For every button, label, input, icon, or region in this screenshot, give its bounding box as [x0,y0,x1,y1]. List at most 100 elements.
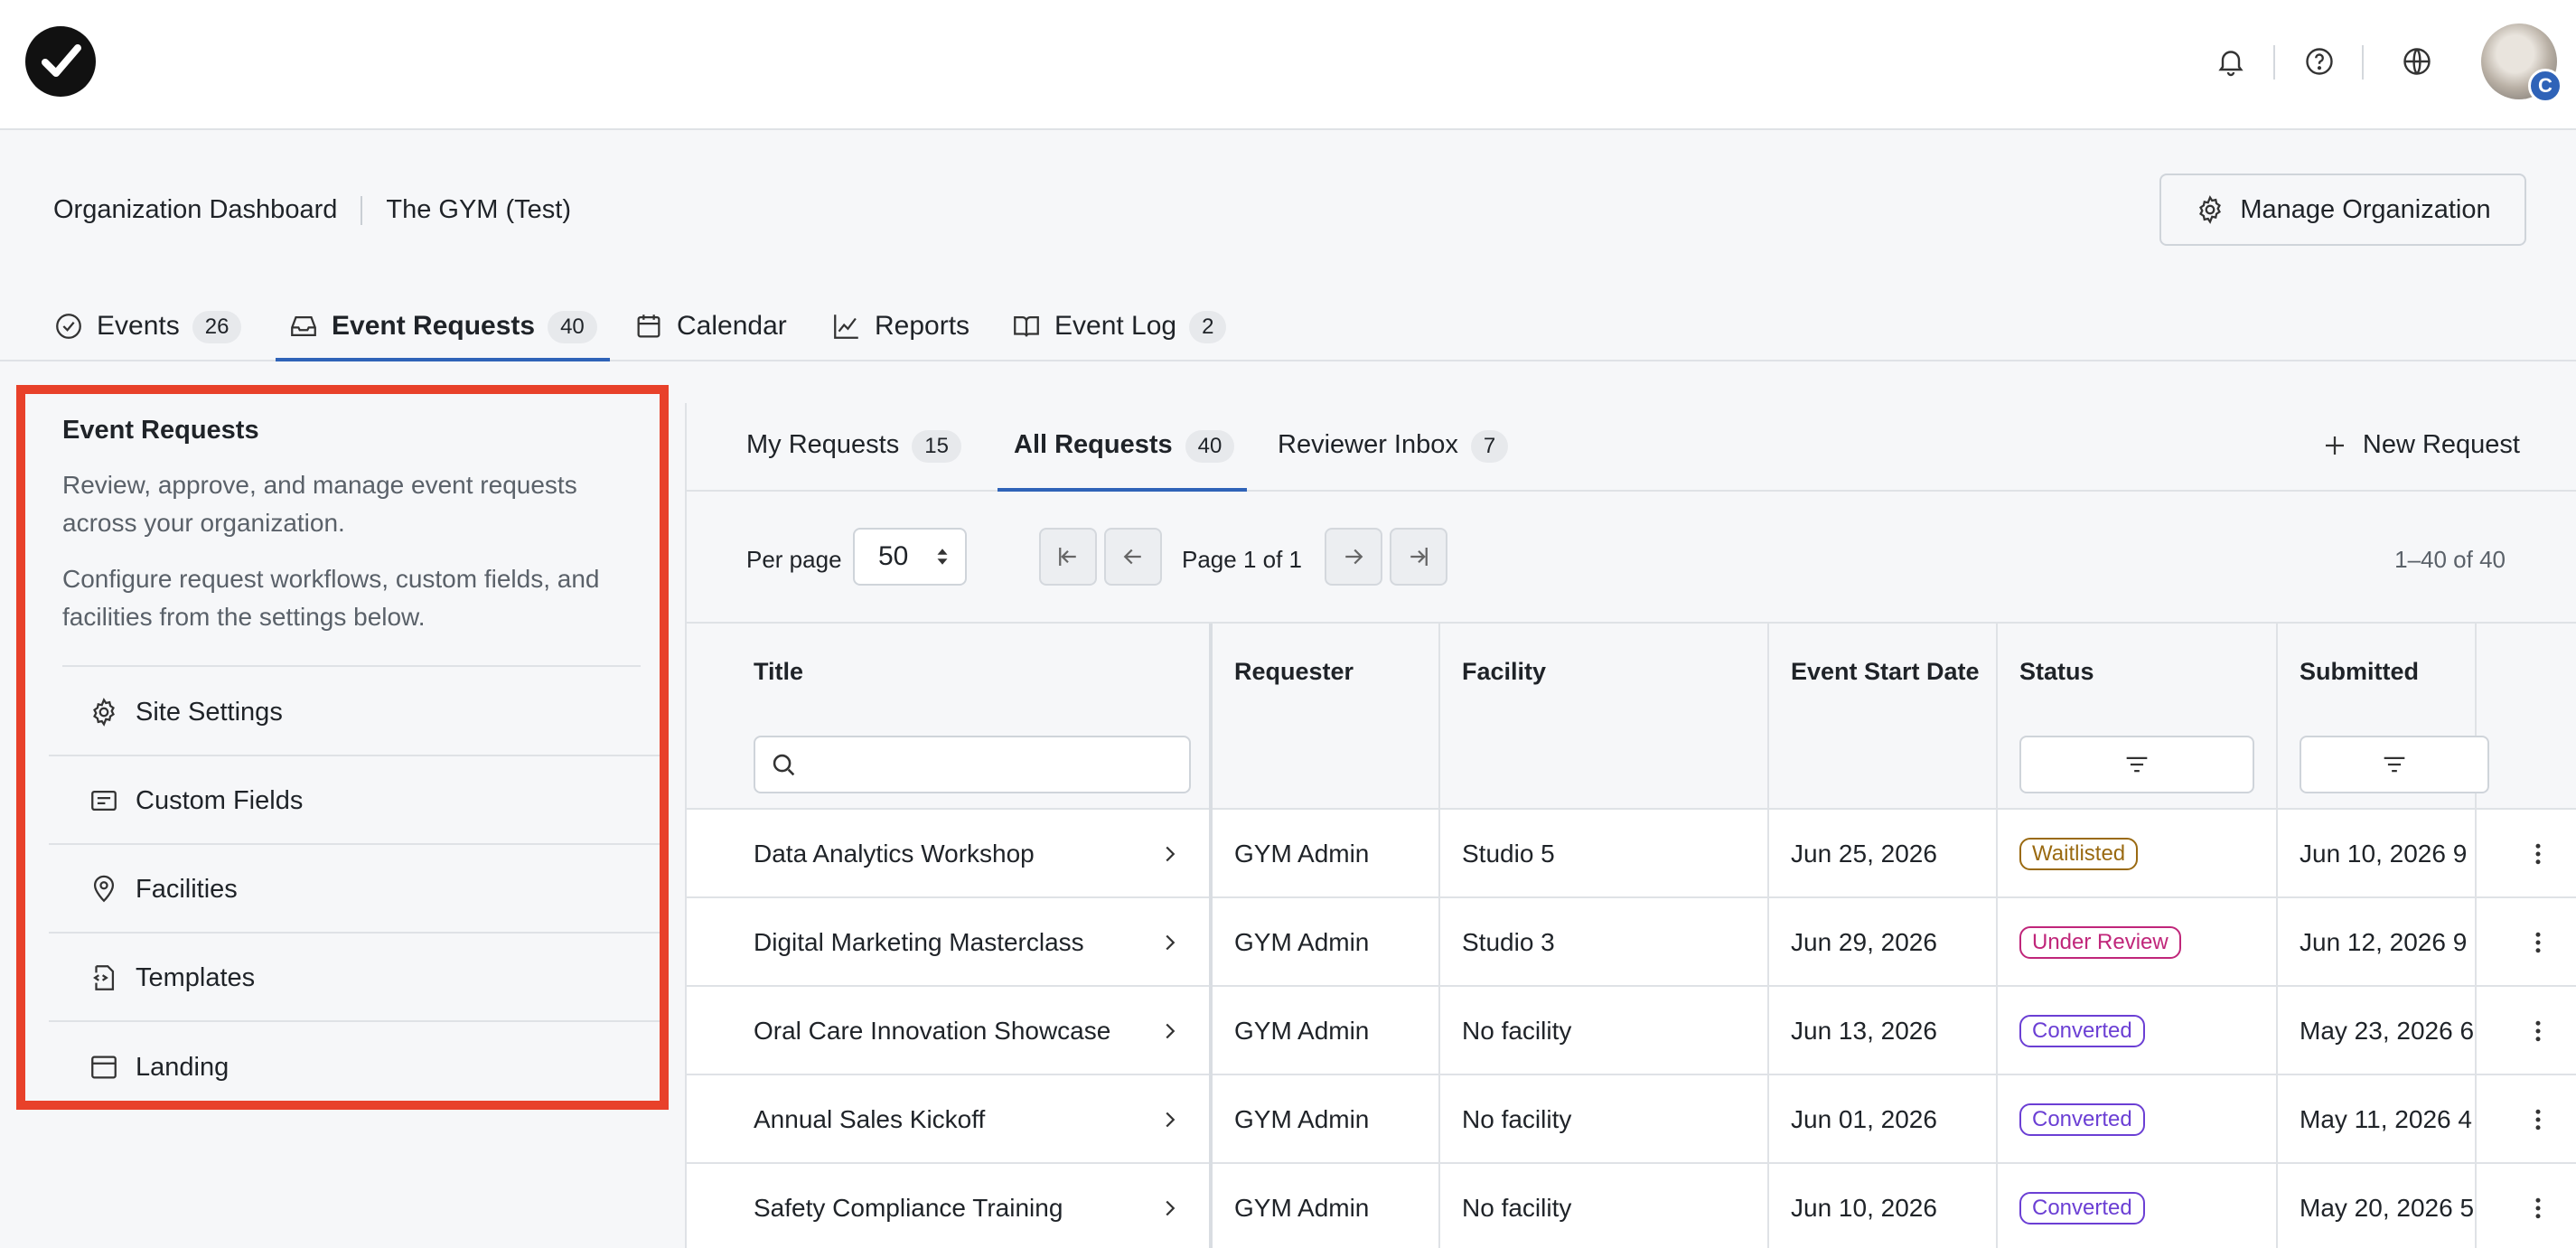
last-page-button[interactable] [1390,528,1447,586]
new-request-button[interactable]: New Request [2321,430,2520,460]
tab-count: 7 [1470,430,1509,463]
per-page-label: Per page [746,546,842,573]
status-cell: Converted [1998,1075,2278,1164]
column-header-requester[interactable]: Requester [1213,624,1440,810]
settings-item-custom-fields[interactable]: Custom Fields [49,758,660,845]
search-icon [773,754,795,776]
start-date-cell: Jun 29, 2026 [1769,898,1998,987]
more-options-icon[interactable] [2515,898,2561,987]
top-bar: C [0,0,2576,130]
facility-cell: No facility [1440,1164,1769,1248]
plus-icon [2325,436,2344,455]
tab-my-requests[interactable]: My Requests 15 [746,430,961,492]
chevron-right-icon[interactable] [1157,1018,1184,1045]
last-page-icon [1410,548,1428,566]
tab-reports[interactable]: Reports [831,298,970,361]
tab-label: My Requests [746,430,900,459]
title-search-input[interactable] [754,736,1191,793]
check-circle-icon [56,314,81,339]
status-cell: Converted [1998,1164,2278,1248]
table-header: Title Requester Facility Event Start Dat… [687,624,2576,810]
per-page-select[interactable]: 50 [853,528,967,586]
submitted-cell: May 11, 2026 4 [2278,1075,2477,1164]
event-requests-settings-panel: Event Requests Review, approve, and mana… [16,385,669,1110]
app-logo-icon[interactable] [25,26,96,97]
title-cell[interactable]: Annual Sales Kickoff [687,1075,1213,1164]
title-cell[interactable]: Digital Marketing Masterclass [687,898,1213,987]
title-cell[interactable]: Oral Care Innovation Showcase [687,987,1213,1075]
row-title: Digital Marketing Masterclass [754,928,1084,956]
table-row[interactable]: Safety Compliance Training GYM Admin No … [687,1164,2576,1248]
table-row[interactable]: Digital Marketing Masterclass GYM Admin … [687,898,2576,987]
tab-label: All Requests [1014,430,1173,459]
submitted-filter[interactable] [2300,736,2489,793]
chevron-right-icon[interactable] [1157,929,1184,956]
arrow-right-icon [1345,549,1363,565]
table-row[interactable]: Oral Care Innovation Showcase GYM Admin … [687,987,2576,1075]
table-row[interactable]: Annual Sales Kickoff GYM Admin No facili… [687,1075,2576,1164]
first-page-button[interactable] [1039,528,1097,586]
chevron-right-icon[interactable] [1157,840,1184,868]
avatar[interactable]: C [2481,23,2562,103]
settings-item-label: Landing [136,1052,229,1082]
manage-organization-label: Manage Organization [2240,194,2491,224]
bell-icon[interactable] [2213,43,2249,80]
title-cell[interactable]: Safety Compliance Training [687,1164,1213,1248]
requester-cell: GYM Admin [1213,898,1440,987]
divider [2362,45,2364,80]
breadcrumb-org-dashboard[interactable]: Organization Dashboard [53,195,337,225]
tab-label: Event Requests [332,311,536,341]
column-header-status[interactable]: Status [1998,624,2278,810]
tab-label: Reviewer Inbox [1278,430,1458,459]
settings-item-landing[interactable]: Landing [49,1024,660,1111]
panel-description: Review, approve, and manage event reques… [62,471,577,537]
more-options-icon[interactable] [2515,987,2561,1075]
row-title: Data Analytics Workshop [754,840,1035,868]
column-header-facility[interactable]: Facility [1440,624,1769,810]
status-badge: Converted [2019,1192,2145,1225]
tab-count: 2 [1189,311,1227,343]
status-filter[interactable] [2019,736,2254,793]
tab-reviewer-inbox[interactable]: Reviewer Inbox 7 [1278,430,1509,492]
tab-count: 26 [192,311,242,343]
table-row[interactable]: Data Analytics Workshop GYM Admin Studio… [687,810,2576,898]
settings-item-label: Site Settings [136,697,283,727]
tab-count: 40 [1185,430,1235,463]
column-header-event-start-date[interactable]: Event Start Date [1769,624,1998,810]
filter-icon [2126,756,2148,773]
tab-label: Events [97,311,180,341]
help-icon[interactable] [2301,43,2337,80]
next-page-button[interactable] [1325,528,1382,586]
settings-item-site-settings[interactable]: Site Settings [49,670,660,756]
tab-events[interactable]: Events 26 [53,298,242,361]
submitted-cell: Jun 10, 2026 9 [2278,810,2477,898]
main-tabs: Events 26 Event Requests 40 Calendar Rep… [0,287,2576,361]
globe-icon[interactable] [2399,43,2435,80]
book-icon [1014,315,1039,337]
more-options-icon[interactable] [2515,1075,2561,1164]
chevron-right-icon[interactable] [1157,1106,1184,1133]
settings-item-facilities[interactable]: Facilities [49,847,660,934]
manage-organization-button[interactable]: Manage Organization [2159,174,2526,246]
previous-page-button[interactable] [1104,528,1162,586]
tab-all-requests[interactable]: All Requests 40 [997,430,1248,492]
status-cell: Converted [1998,987,2278,1075]
status-badge: Converted [2019,1103,2145,1136]
facility-cell: No facility [1440,987,1769,1075]
filter-icon [2384,756,2405,773]
more-options-icon[interactable] [2515,1164,2561,1248]
more-options-icon[interactable] [2515,810,2561,898]
chevron-right-icon[interactable] [1157,1195,1184,1222]
submitted-cell: Jun 12, 2026 9 [2278,898,2477,987]
range-indicator: 1–40 of 40 [2394,546,2506,573]
tab-calendar[interactable]: Calendar [633,298,787,361]
tab-event-requests[interactable]: Event Requests 40 [276,298,610,361]
column-header-submitted[interactable]: Submitted [2278,624,2489,810]
tab-event-log[interactable]: Event Log 2 [1011,298,1227,361]
start-date-cell: Jun 25, 2026 [1769,810,1998,898]
pagination-toolbar: Per page 50 Page 1 of 1 1–40 of 40 [687,492,2576,624]
status-badge: Under Review [2019,926,2181,959]
title-cell[interactable]: Data Analytics Workshop [687,810,1213,898]
column-header-title[interactable]: Title [687,624,1213,810]
settings-item-templates[interactable]: Templates [49,935,660,1022]
